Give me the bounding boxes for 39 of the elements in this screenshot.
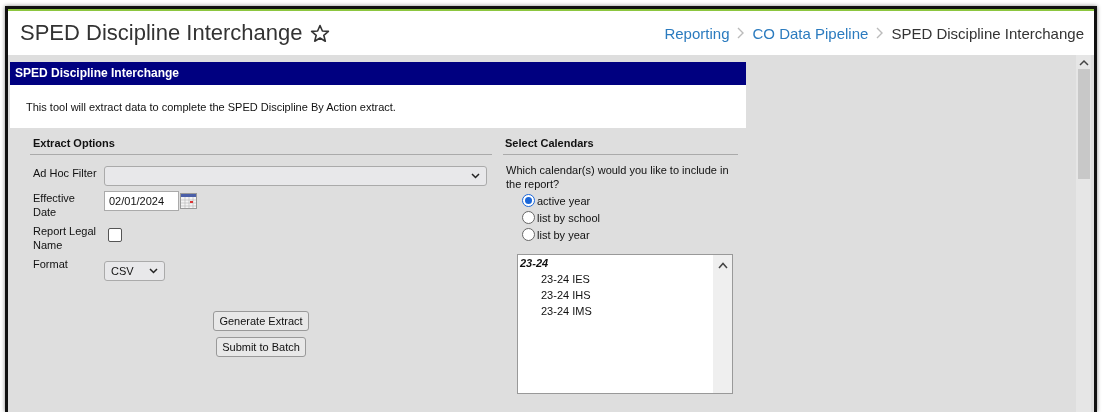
action-button[interactable]: Submit to Batch <box>216 337 306 357</box>
star-icon[interactable] <box>310 23 331 43</box>
list-item[interactable]: 23-24 IES <box>520 273 713 285</box>
caret-icon <box>471 173 480 179</box>
radio-label: list by school <box>537 211 600 224</box>
page-title: SPED Discipline Interchange <box>20 20 303 46</box>
radio-label: active year <box>537 194 591 207</box>
dropdown[interactable]: CSV <box>104 261 165 281</box>
date-field[interactable]: 02/01/2024 <box>104 191 179 211</box>
section-heading: Extract Options <box>30 128 492 155</box>
radio-button[interactable] <box>522 211 535 224</box>
scroll-thumb[interactable] <box>1077 69 1090 179</box>
field-label: Report Legal Name <box>32 224 97 252</box>
list-item[interactable]: 23-24 IMS <box>520 305 713 317</box>
calendar-icon[interactable] <box>180 193 197 209</box>
chevron-icon <box>737 27 745 39</box>
field-label: Format <box>32 257 69 271</box>
breadcrumb-link[interactable]: CO Data Pipeline <box>752 24 869 42</box>
radio-button[interactable] <box>522 228 535 241</box>
scroll-up-icon[interactable] <box>1078 59 1089 67</box>
scroll-up-icon[interactable] <box>717 262 728 269</box>
breadcrumb-current: SPED Discipline Interchange <box>891 24 1084 42</box>
list-item[interactable]: 23-24 IHS <box>520 289 713 301</box>
panel-description: This tool will extract data to complete the SPED Discipline By Action extract. <box>10 85 746 128</box>
checkbox[interactable] <box>108 228 122 242</box>
panel-header: SPED Discipline Interchange <box>10 62 746 85</box>
scrollbar[interactable] <box>1076 55 1091 412</box>
radio-label: list by year <box>537 228 590 241</box>
breadcrumb-link[interactable]: Reporting <box>664 24 730 42</box>
action-button[interactable]: Generate Extract <box>213 311 309 331</box>
field-label: Effective Date <box>32 191 76 219</box>
chevron-icon <box>876 27 884 39</box>
caret-icon <box>149 268 158 274</box>
calendar-list[interactable]: 23-24 23-24 IES 23-24 IHS 23-24 IMS <box>517 254 733 394</box>
field-label: Ad Hoc Filter <box>32 166 98 180</box>
radio-button[interactable] <box>522 194 535 207</box>
question-text: Which calendar(s) would you like to include in the report? <box>505 163 730 191</box>
list-group-label: 23-24 <box>520 257 550 269</box>
section-heading: Select Calendars <box>503 128 738 155</box>
